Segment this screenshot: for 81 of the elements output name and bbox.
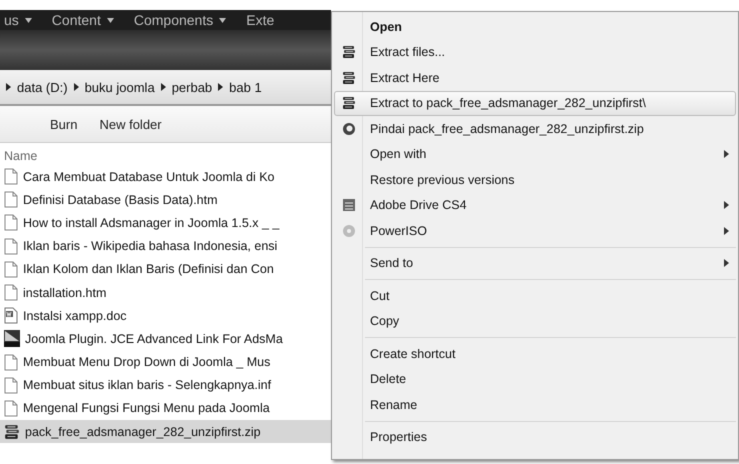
file-row[interactable]: Membuat Menu Drop Down di Joomla _ Mus (0, 350, 331, 374)
arrow-icon (218, 83, 224, 91)
submenu-arrow-icon (724, 259, 729, 268)
arrow-icon (160, 83, 166, 91)
arrow-icon (6, 83, 11, 91)
file-name: Definisi Database (Basis Data).htm (23, 192, 218, 207)
file-name: Instalsi xampp.doc (23, 308, 127, 323)
file-row[interactable]: Iklan baris - Wikipedia bahasa Indonesia, ensi (0, 234, 331, 258)
drive-icon (342, 198, 356, 212)
book-stack-icon (342, 45, 356, 60)
file-name: Iklan Kolom dan Iklan Baris (Definisi dan Con (23, 262, 274, 276)
menu-bar-item[interactable]: Exte (246, 12, 274, 28)
toolbar-button[interactable]: Burn (50, 114, 78, 134)
book-stack-icon (342, 70, 356, 85)
book-stack-icon (4, 424, 20, 440)
column-header[interactable]: Name (0, 143, 331, 165)
word-document-icon (4, 307, 18, 324)
breadcrumb-item[interactable]: buku joomla (84, 80, 155, 94)
submenu-arrow-icon (724, 150, 729, 158)
ring-icon (342, 122, 356, 136)
file-name: Joomla Plugin. JCE Advanced Link For AdsMa (25, 332, 283, 346)
submenu-arrow-icon (724, 201, 729, 210)
address-bar[interactable]: data (D:) buku joomla perbab bab 1 (0, 70, 331, 106)
document-icon (4, 214, 18, 232)
file-name: Membuat Menu Drop Down di Joomla _ Mus (23, 355, 270, 370)
file-name: installation.htm (23, 286, 106, 300)
menu-item[interactable]: Extract to pack_free_adsmanager_282_unzipfirst\ (334, 90, 736, 116)
menu-bar-item[interactable]: Content (52, 12, 114, 28)
file-row[interactable]: installation.htm (0, 280, 331, 304)
menu-bar-item[interactable]: us (4, 12, 32, 28)
toolbar-button[interactable]: New folder (99, 114, 162, 134)
file-row[interactable]: Iklan Kolom dan Iklan Baris (Definisi dan Con (0, 258, 331, 281)
file-row[interactable]: Mengenal Fungsi Fungsi Menu pada Joomla (0, 396, 331, 420)
menu-item[interactable]: Pindai pack_free_adsmanager_282_unzipfirst.zip (334, 116, 736, 142)
submenu-arrow-icon (724, 226, 729, 235)
menu-item[interactable]: PowerISO (334, 218, 736, 244)
file-row[interactable]: Definisi Database (Basis Data).htm (0, 188, 331, 212)
caret-icon (219, 18, 226, 22)
document-icon (4, 400, 18, 417)
file-name: Cara Membuat Database Untuk Joomla di Ko (23, 170, 275, 184)
video-file-icon (4, 330, 20, 348)
file-name: Iklan baris - Wikipedia bahasa Indonesia, ensi (23, 239, 278, 254)
disc-icon (342, 224, 356, 238)
caret-icon (106, 18, 114, 22)
menu-item[interactable]: Cut (334, 283, 736, 308)
menu-item[interactable]: Send to (334, 250, 736, 276)
file-row[interactable]: How to install Adsmanager in Joomla 1.5.x _ _ (0, 211, 331, 235)
file-name: pack_free_adsmanager_282_unzipfirst.zip (25, 424, 261, 439)
breadcrumb-item[interactable]: perbab (172, 80, 212, 94)
document-icon (4, 260, 18, 278)
menu-item[interactable]: Open with (334, 142, 736, 167)
arrow-icon (74, 83, 79, 91)
menu-item[interactable]: Delete (334, 366, 736, 392)
file-row[interactable]: Cara Membuat Database Untuk Joomla di Ko (0, 165, 331, 188)
document-icon (4, 238, 18, 255)
menu-bar-item[interactable]: Components (134, 12, 226, 28)
menu-item[interactable]: Copy (334, 308, 736, 334)
document-icon (4, 376, 18, 394)
menu-item[interactable]: Restore previous versions (334, 167, 736, 192)
file-row[interactable]: Joomla Plugin. JCE Advanced Link For AdsMa (0, 327, 331, 350)
file-name: Membuat situs iklan baris - Selengkapnya.inf (23, 378, 272, 392)
document-icon (4, 191, 18, 208)
menu-item[interactable]: Properties (334, 424, 736, 450)
document-icon (4, 284, 18, 302)
menu-item[interactable]: Open (334, 14, 736, 40)
menu-item[interactable]: Extract Here (334, 65, 736, 90)
file-row[interactable]: Instalsi xampp.doc (0, 304, 331, 328)
menu-item[interactable]: Extract files... (334, 40, 736, 65)
menu-item[interactable]: Rename (334, 392, 736, 418)
menu-item[interactable]: Create shortcut (334, 341, 736, 366)
file-row[interactable]: Membuat situs iklan baris - Selengkapnya.inf (0, 374, 331, 397)
caret-icon (24, 18, 32, 22)
file-name: Mengenal Fungsi Fungsi Menu pada Joomla (23, 401, 270, 416)
book-stack-icon (342, 96, 356, 110)
breadcrumb-item[interactable]: data (D:) (17, 80, 68, 94)
file-row[interactable]: pack_free_adsmanager_282_unzipfirst.zip (0, 420, 331, 444)
file-name: How to install Adsmanager in Joomla 1.5.x _ _ (23, 216, 280, 230)
document-icon (4, 354, 18, 371)
document-icon (4, 168, 18, 186)
breadcrumb-item[interactable]: bab 1 (229, 80, 262, 94)
menu-item[interactable]: Adobe Drive CS4 (334, 192, 736, 218)
